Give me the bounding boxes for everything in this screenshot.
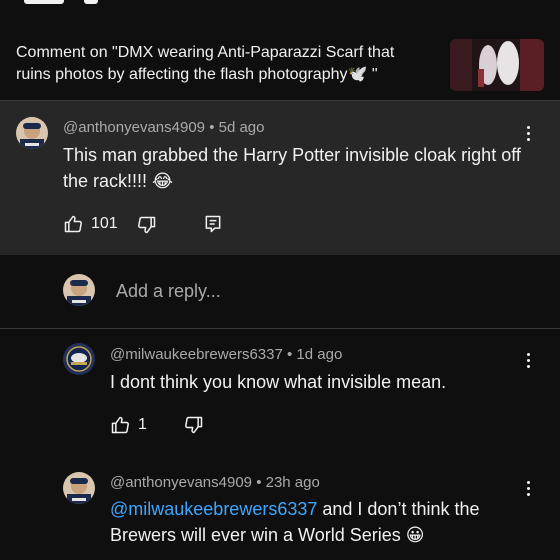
- avatar[interactable]: [16, 117, 48, 149]
- reply-composer[interactable]: Add a reply...: [0, 256, 560, 328]
- avatar: [63, 274, 95, 306]
- back-icon[interactable]: [24, 0, 64, 4]
- comment-text: @milwaukeebrewers6337 and I don’t think …: [110, 496, 530, 548]
- author-name[interactable]: @milwaukeebrewers6337: [110, 346, 283, 363]
- meta-separator: •: [256, 474, 266, 491]
- comment-context-text: Comment on "DMX wearing Anti-Paparazzi S…: [16, 44, 395, 83]
- comment-meta: @anthonyevans4909 • 5d ago: [63, 119, 265, 136]
- top-app-bar: [0, 0, 560, 26]
- comment-text: I dont think you know what invisible mea…: [110, 372, 447, 392]
- dislike-button[interactable]: [184, 415, 204, 435]
- mention-link[interactable]: @milwaukeebrewers6337: [110, 499, 317, 519]
- reply-icon: [203, 214, 223, 234]
- divider: [0, 328, 560, 329]
- like-count: 1: [138, 416, 147, 433]
- reply-input[interactable]: Add a reply...: [116, 281, 221, 302]
- timestamp: 5d ago: [218, 119, 265, 136]
- thumbs-up-icon: [110, 415, 130, 435]
- avatar[interactable]: [63, 472, 95, 504]
- thumbs-down-icon: [137, 215, 157, 235]
- like-count: 101: [91, 215, 118, 232]
- comment-meta: @anthonyevans4909 • 23h ago: [110, 474, 320, 491]
- thumbs-up-icon: [63, 214, 83, 234]
- title-fragment: [84, 0, 98, 4]
- video-thumbnail[interactable]: [450, 39, 544, 91]
- timestamp: 23h ago: [265, 474, 320, 491]
- comment-text: This man grabbed the Harry Potter invisi…: [63, 145, 521, 191]
- meta-separator: •: [286, 346, 297, 363]
- avatar[interactable]: [63, 343, 95, 375]
- dislike-button[interactable]: [137, 215, 157, 235]
- thumbs-down-icon: [184, 415, 204, 435]
- like-button[interactable]: 101: [63, 214, 118, 234]
- timestamp: 1d ago: [296, 346, 343, 363]
- meta-separator: •: [209, 119, 219, 136]
- parent-comment: @anthonyevans4909 • 5d ago This man grab…: [0, 101, 560, 255]
- comment-meta: @milwaukeebrewers6337 • 1d ago: [110, 346, 342, 363]
- like-button[interactable]: 1: [110, 415, 147, 435]
- author-name[interactable]: @anthonyevans4909: [110, 474, 252, 491]
- author-name[interactable]: @anthonyevans4909: [63, 119, 205, 136]
- reply-button[interactable]: [203, 214, 223, 234]
- comment-context-header[interactable]: Comment on "DMX wearing Anti-Paparazzi S…: [0, 26, 560, 100]
